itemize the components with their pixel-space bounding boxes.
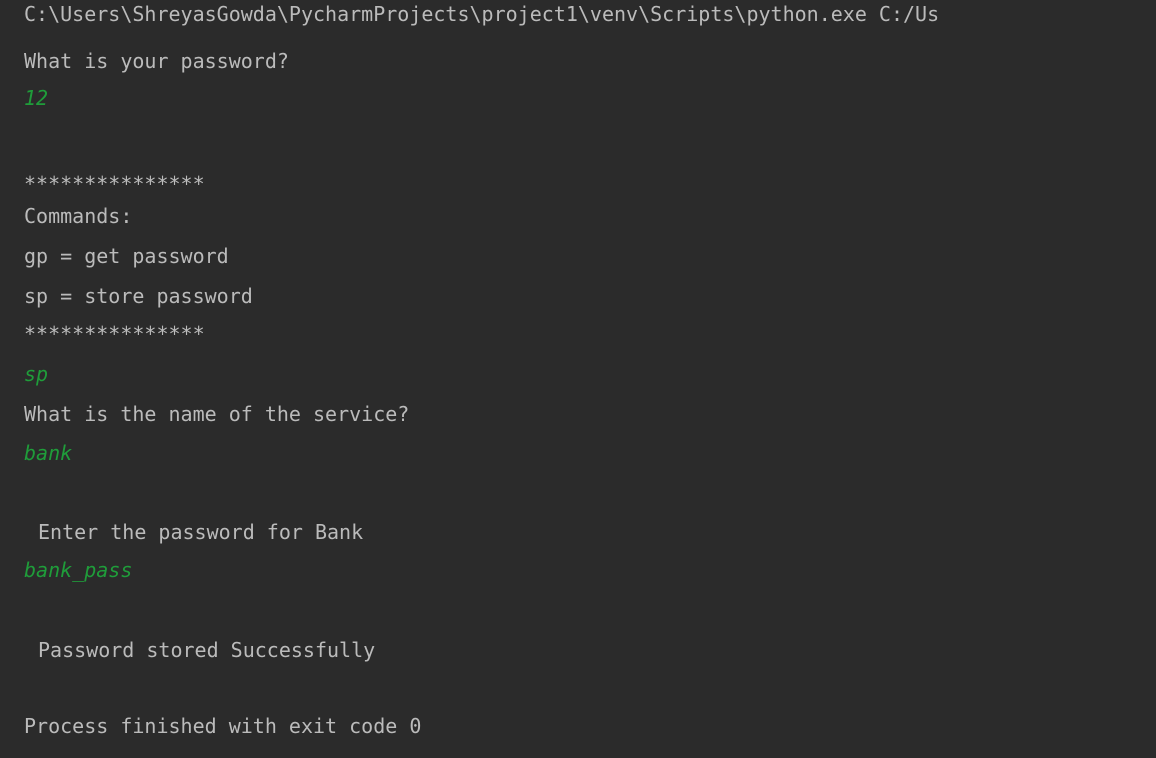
- console-password-prompt: What is your password?: [24, 49, 289, 73]
- console-command-path: C:\Users\ShreyasGowda\PycharmProjects\pr…: [24, 2, 940, 26]
- console-user-input-command: sp: [24, 362, 49, 386]
- console-user-input-password: 12: [24, 86, 49, 110]
- console-separator-top: ***************: [24, 172, 205, 196]
- console-command-sp: sp = store password: [24, 284, 253, 308]
- console-service-prompt: What is the name of the service?: [24, 402, 410, 426]
- console-user-input-service: bank: [24, 441, 73, 465]
- console-exit-message: Process finished with exit code 0: [24, 714, 422, 738]
- console-commands-heading: Commands:: [24, 204, 133, 228]
- console-separator-bottom: ***************: [24, 322, 205, 346]
- console-user-input-service-password: bank_pass: [24, 558, 133, 582]
- console-command-gp: gp = get password: [24, 244, 229, 268]
- console-success-message: Password stored Successfully: [38, 638, 376, 662]
- run-console[interactable]: C:\Users\ShreyasGowda\PycharmProjects\pr…: [0, 0, 1156, 758]
- console-enter-password-prompt: Enter the password for Bank: [38, 520, 364, 544]
